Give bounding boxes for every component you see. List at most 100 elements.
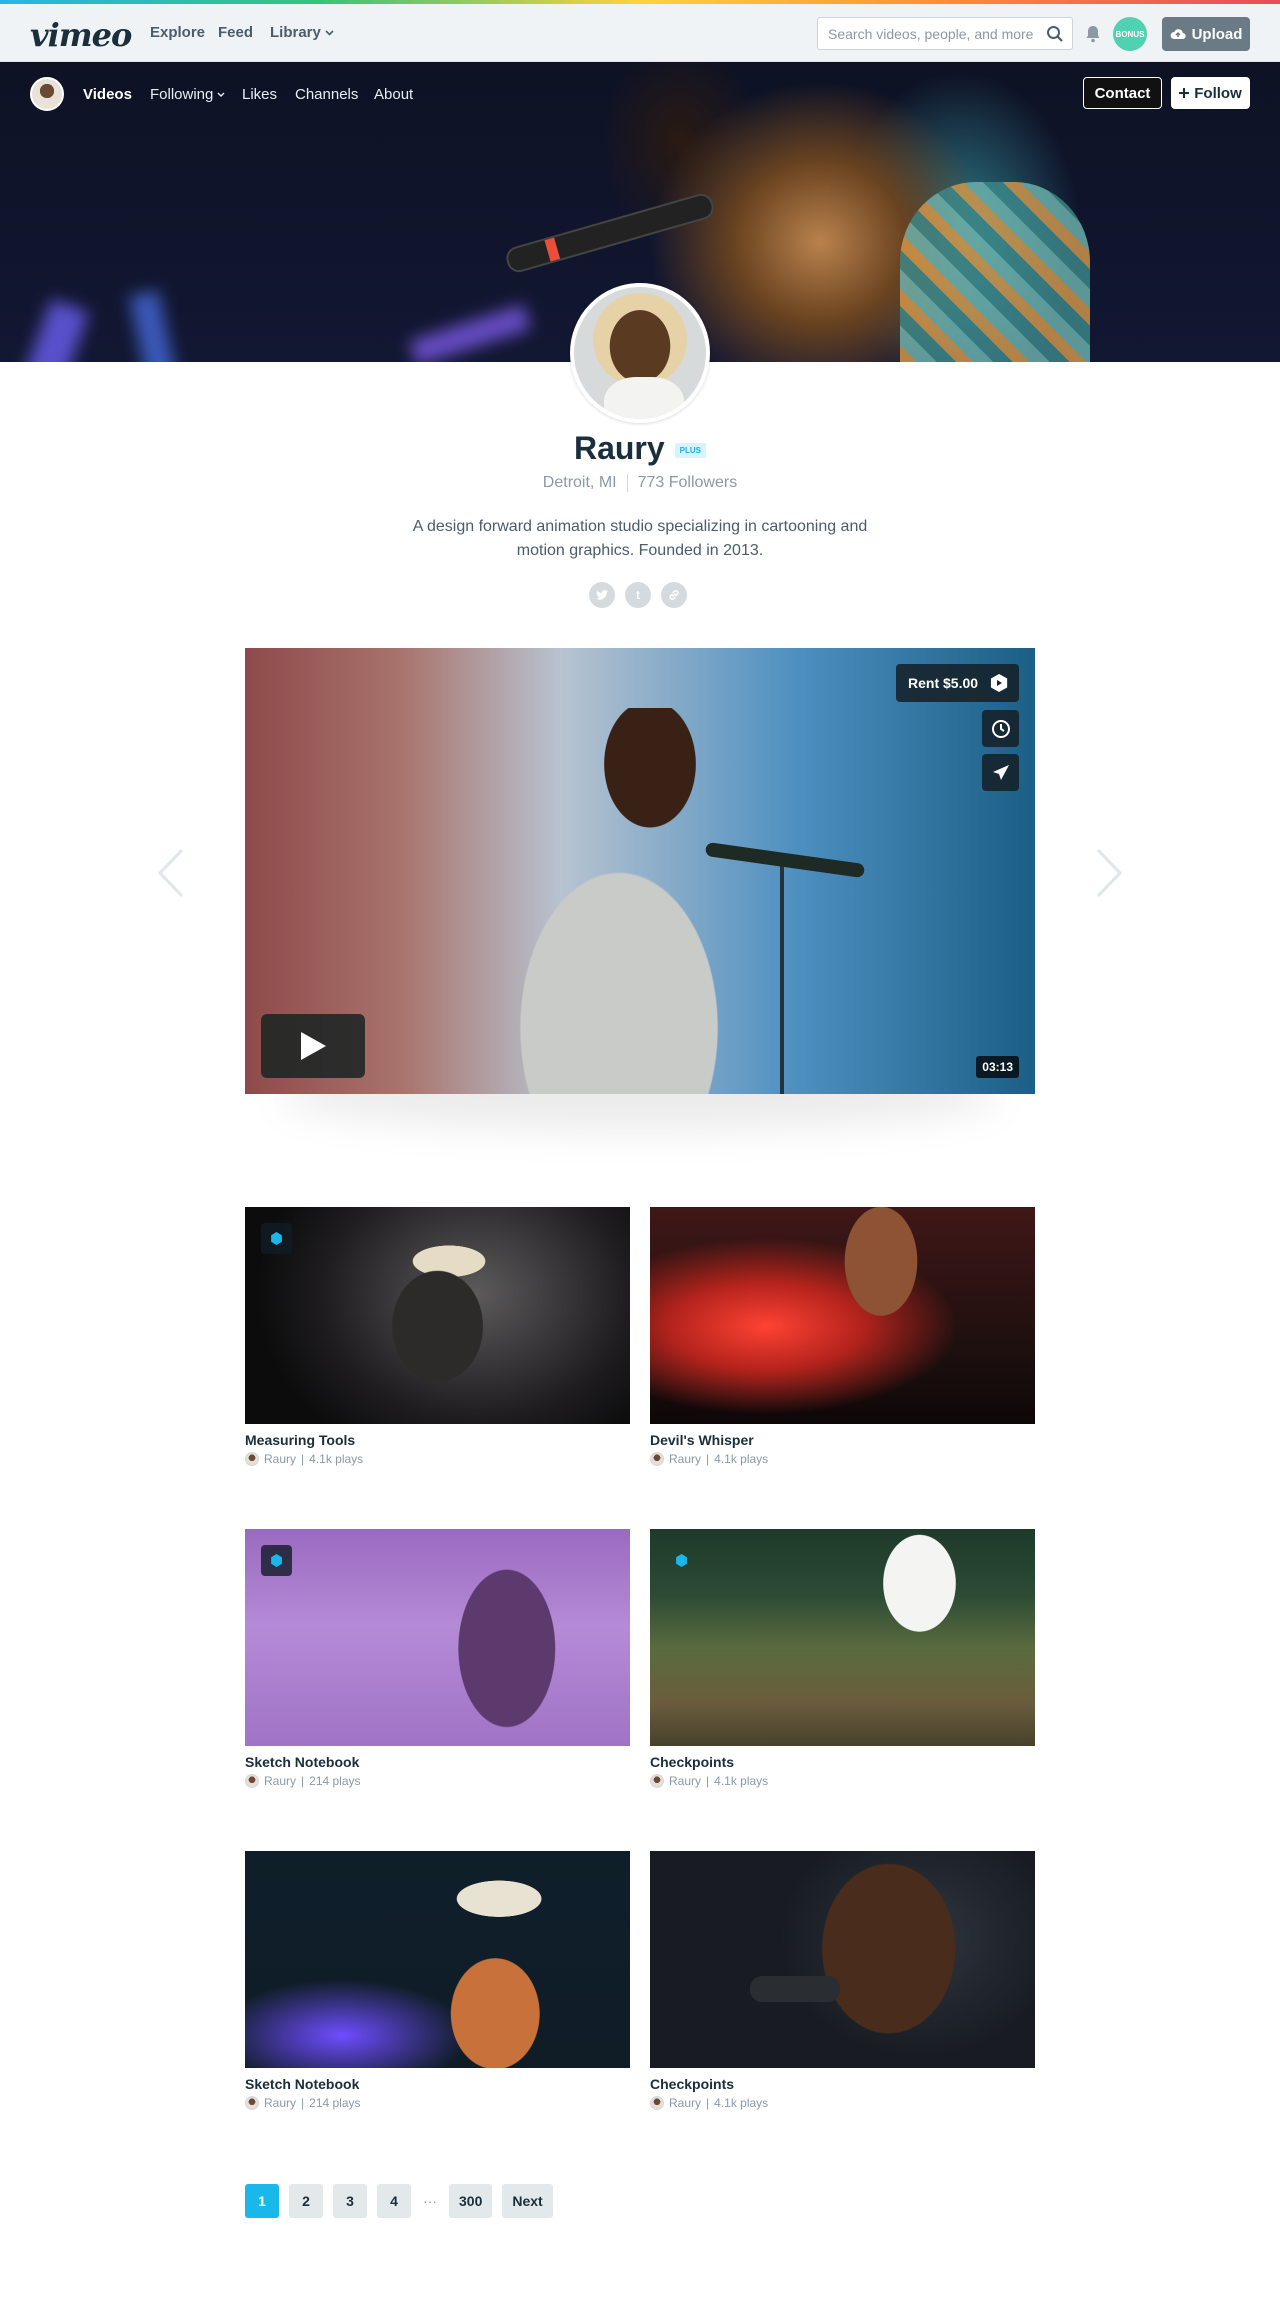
chevron-down-icon	[325, 29, 334, 36]
tab-following[interactable]: Following	[150, 86, 225, 103]
next-page-button[interactable]: Next	[502, 2184, 553, 2218]
featured-performer	[495, 708, 805, 1094]
video-meta: Raury | 4.1k plays	[650, 2096, 1035, 2110]
video-thumbnail[interactable]	[650, 1207, 1035, 1424]
vimeo-logo[interactable]: vimeo	[30, 16, 132, 54]
profile-subnav: Videos Following Likes Channels About Co…	[0, 62, 1280, 122]
video-author[interactable]: Raury	[264, 2096, 296, 2110]
video-thumbnail[interactable]	[650, 1851, 1035, 2068]
social-links: t	[589, 582, 691, 608]
profile-mini-avatar[interactable]	[30, 77, 64, 111]
tab-channels[interactable]: Channels	[295, 86, 358, 103]
bell-icon[interactable]	[1084, 24, 1102, 44]
video-plays: 4.1k plays	[714, 1452, 769, 1466]
link-icon[interactable]	[661, 582, 687, 608]
tumblr-icon[interactable]: t	[625, 582, 651, 608]
profile-avatar	[570, 283, 710, 423]
paper-plane-icon	[992, 764, 1009, 780]
play-button[interactable]	[261, 1014, 365, 1078]
share-button[interactable]	[982, 754, 1019, 791]
page-button-3[interactable]: 3	[333, 2184, 367, 2218]
page-button-4[interactable]: 4	[377, 2184, 411, 2218]
page-button-last[interactable]: 300	[449, 2184, 493, 2218]
video-meta: Raury | 4.1k plays	[650, 1774, 1035, 1788]
staff-pick-badge	[261, 1223, 292, 1254]
meta-separator: |	[706, 2096, 710, 2110]
video-author[interactable]: Raury	[669, 1774, 701, 1788]
tab-about[interactable]: About	[374, 86, 413, 103]
video-author[interactable]: Raury	[264, 1452, 296, 1466]
video-plays: 4.1k plays	[309, 1452, 364, 1466]
profile-bio: A design forward animation studio specia…	[412, 518, 868, 559]
vimeo-badge-icon	[271, 1554, 282, 1567]
profile-name: Raury	[573, 430, 665, 466]
follow-button[interactable]: Follow	[1171, 77, 1250, 109]
video-author[interactable]: Raury	[264, 1774, 296, 1788]
clock-icon	[991, 719, 1010, 738]
video-card[interactable]: Sketch Notebook Raury | 214 plays	[245, 1529, 630, 1788]
vimeo-badge-icon	[271, 1232, 282, 1245]
author-avatar	[245, 1774, 259, 1788]
video-title[interactable]: Sketch Notebook	[245, 1754, 630, 1770]
avatar-body	[604, 377, 684, 419]
nav-feed[interactable]: Feed	[218, 24, 253, 41]
nav-library-label: Library	[270, 24, 321, 41]
contact-button[interactable]: Contact	[1083, 77, 1162, 109]
chevron-down-icon	[217, 92, 225, 97]
video-thumbnail[interactable]	[245, 1207, 630, 1424]
page-button-1[interactable]: 1	[245, 2184, 279, 2218]
rent-button[interactable]: Rent $5.00	[896, 664, 1019, 702]
video-title[interactable]: Devil's Whisper	[650, 1432, 1035, 1448]
rent-label: Rent $5.00	[908, 675, 979, 691]
video-thumbnail[interactable]	[650, 1529, 1035, 1746]
author-avatar	[245, 2096, 259, 2110]
video-card[interactable]: Measuring Tools Raury | 4.1k plays	[245, 1207, 630, 1466]
video-card[interactable]: Devil's Whisper Raury | 4.1k plays	[650, 1207, 1035, 1466]
search-input[interactable]	[818, 18, 1038, 49]
video-title[interactable]: Sketch Notebook	[245, 2076, 630, 2092]
page-button-2[interactable]: 2	[289, 2184, 323, 2218]
search-icon[interactable]	[1046, 25, 1064, 43]
video-card[interactable]: Sketch Notebook Raury | 214 plays	[245, 1851, 630, 2110]
meta-separator: |	[301, 1452, 305, 1466]
staff-pick-badge	[666, 1545, 697, 1576]
user-avatar-label: BONUS	[1115, 29, 1145, 39]
profile-name-row: Raury PLUS	[0, 430, 1280, 467]
tab-likes[interactable]: Likes	[242, 86, 277, 103]
video-card[interactable]: Checkpoints Raury | 4.1k plays	[650, 1529, 1035, 1788]
meta-separator: |	[706, 1452, 710, 1466]
carousel-next-arrow[interactable]	[1096, 848, 1122, 898]
twitter-icon[interactable]	[589, 582, 615, 608]
carousel-prev-arrow[interactable]	[158, 848, 184, 898]
hero-light-1	[10, 298, 90, 362]
profile-location: Detroit, MI	[542, 474, 617, 492]
video-author[interactable]: Raury	[669, 1452, 701, 1466]
user-avatar[interactable]: BONUS	[1113, 17, 1147, 51]
tab-videos[interactable]: Videos	[83, 86, 132, 103]
featured-video-player[interactable]: Rent $5.00 03:13	[245, 648, 1035, 1094]
watch-later-button[interactable]	[982, 710, 1019, 747]
nav-explore[interactable]: Explore	[150, 24, 205, 41]
vimeo-badge-icon	[676, 1554, 687, 1567]
video-title[interactable]: Checkpoints	[650, 1754, 1035, 1770]
author-avatar	[650, 1774, 664, 1788]
upload-button[interactable]: Upload	[1162, 17, 1250, 51]
video-thumbnail[interactable]	[245, 1529, 630, 1746]
video-duration: 03:13	[976, 1056, 1019, 1078]
video-title[interactable]: Measuring Tools	[245, 1432, 630, 1448]
follow-label: Follow	[1194, 84, 1242, 102]
meta-separator: |	[706, 1774, 710, 1788]
author-avatar	[650, 1452, 664, 1466]
video-plays: 4.1k plays	[714, 2096, 769, 2110]
plus-icon	[1179, 88, 1190, 98]
video-thumbnail[interactable]	[245, 1851, 630, 2068]
hero-light-2	[128, 290, 182, 362]
video-title[interactable]: Checkpoints	[650, 2076, 1035, 2092]
profile-followers[interactable]: 773 Followers	[638, 474, 738, 491]
video-card[interactable]: Checkpoints Raury | 4.1k plays	[650, 1851, 1035, 2110]
hero-microphone	[506, 193, 714, 273]
video-author[interactable]: Raury	[669, 2096, 701, 2110]
nav-library[interactable]: Library	[270, 24, 334, 41]
hero-shirt	[900, 182, 1090, 362]
cloud-upload-icon	[1170, 29, 1186, 40]
